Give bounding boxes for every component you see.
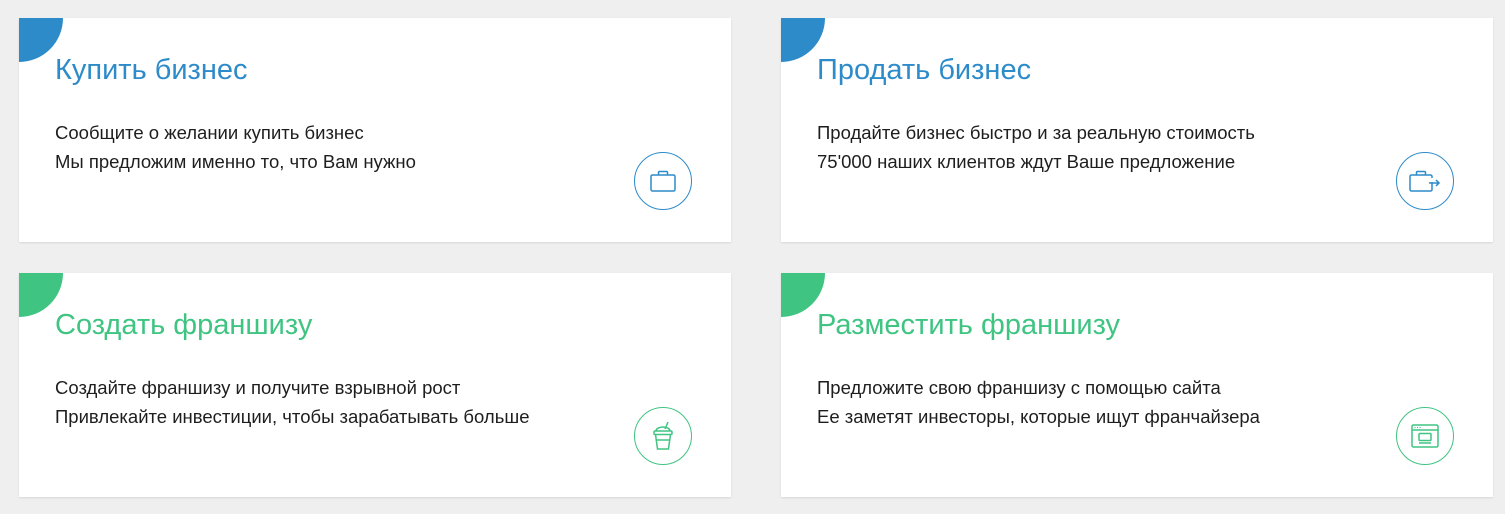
briefcase-icon <box>634 152 692 210</box>
card-description-line: Продайте бизнес быстро и за реальную сто… <box>817 122 1255 143</box>
create-franchise-card[interactable]: Создать франшизу Создайте франшизу и пол… <box>19 273 731 497</box>
card-description-line: Предложите свою франшизу с помощью сайта <box>817 377 1221 398</box>
drink-cup-icon <box>634 407 692 465</box>
card-description: Создайте франшизу и получите взрывной ро… <box>55 373 529 431</box>
buy-business-card[interactable]: Купить бизнес Сообщите о желании купить … <box>19 18 731 242</box>
briefcase-arrow-icon <box>1396 152 1454 210</box>
card-description-line: Ее заметят инвесторы, которые ищут франч… <box>817 406 1260 427</box>
website-icon <box>1396 407 1454 465</box>
card-description: Сообщите о желании купить бизнес Мы пред… <box>55 118 416 176</box>
card-title: Продать бизнес <box>817 54 1032 86</box>
card-description-line: Сообщите о желании купить бизнес <box>55 122 364 143</box>
card-description: Предложите свою франшизу с помощью сайта… <box>817 373 1260 431</box>
card-description-line: Привлекайте инвестиции, чтобы зарабатыва… <box>55 406 530 427</box>
card-description-line: 75'000 наших клиентов ждут Ваше предложе… <box>817 151 1236 172</box>
place-franchise-card[interactable]: Разместить франшизу Предложите свою фран… <box>781 273 1493 497</box>
card-title: Разместить франшизу <box>817 309 1121 341</box>
card-description-line: Мы предложим именно то, что Вам нужно <box>55 151 416 172</box>
card-description-line: Создайте франшизу и получите взрывной ро… <box>55 377 461 398</box>
card-title: Купить бизнес <box>55 54 248 86</box>
card-description: Продайте бизнес быстро и за реальную сто… <box>817 118 1255 176</box>
card-title: Создать франшизу <box>55 309 313 341</box>
sell-business-card[interactable]: Продать бизнес Продайте бизнес быстро и … <box>781 18 1493 242</box>
